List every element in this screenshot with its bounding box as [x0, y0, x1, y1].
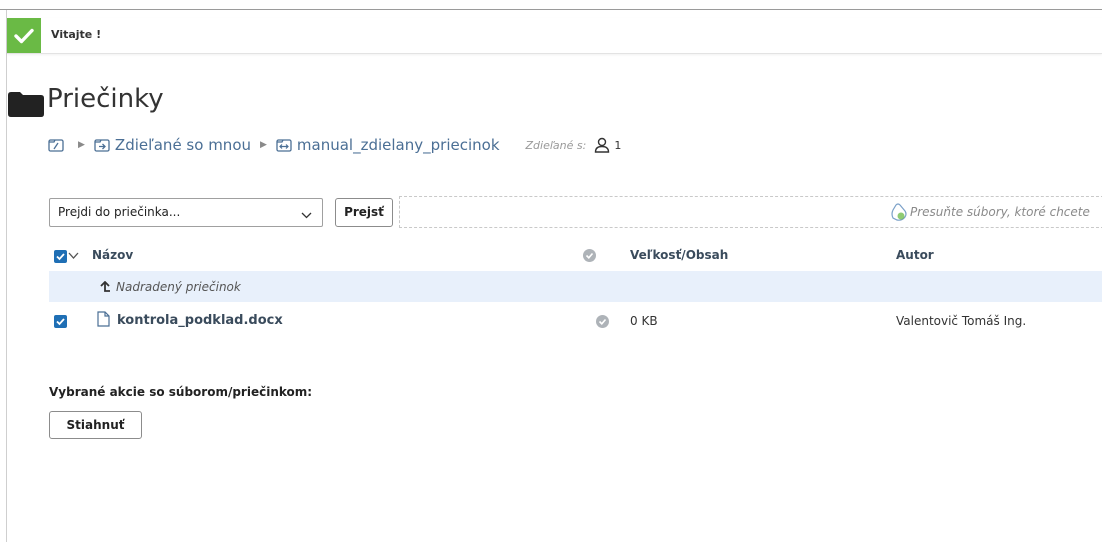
breadcrumb-item-current[interactable]: manual_zdielany_priecinok — [297, 136, 500, 154]
breadcrumb-separator-icon: ▶ — [78, 140, 85, 150]
column-author-header[interactable]: Autor — [896, 248, 934, 262]
file-name-link[interactable]: kontrola_podklad.docx — [117, 313, 283, 328]
breadcrumb-separator-icon: ▶ — [260, 140, 267, 150]
status-check-icon — [596, 315, 609, 331]
parent-folder-row[interactable]: Nadradený priečinok — [49, 271, 1102, 302]
user-icon[interactable] — [594, 137, 610, 153]
left-border — [6, 10, 7, 542]
up-arrow-icon — [99, 279, 111, 298]
breadcrumb: ▶ Zdieľané so mnou ▶ manual_zdielany_pri… — [48, 135, 621, 155]
file-dropzone[interactable]: Presuňte súbory, ktoré chcete — [399, 196, 1102, 228]
shared-with-label: Zdieľané s: — [525, 138, 587, 152]
chevron-down-icon[interactable] — [68, 250, 79, 264]
column-size-header[interactable]: Veľkosť/Obsah — [630, 248, 728, 262]
parent-folder-label[interactable]: Nadradený priečinok — [116, 280, 241, 294]
notification-bar: Vitajte ! — [7, 18, 1102, 54]
folder-select-value: Prejdi do priečinka... — [58, 205, 181, 219]
table-row[interactable]: kontrola_podklad.docx 0 KB Valentovič To… — [49, 305, 1102, 337]
shared-count[interactable]: 1 — [614, 139, 621, 152]
breadcrumb-item-shared[interactable]: Zdieľané so mnou — [115, 136, 251, 154]
go-button[interactable]: Prejsť — [335, 198, 393, 227]
folder-select[interactable]: Prejdi do priečinka... — [49, 198, 323, 227]
row-checkbox[interactable] — [54, 315, 67, 331]
column-name-header[interactable]: Názov — [92, 248, 133, 262]
dropzone-text: Presuňte súbory, ktoré chcete — [910, 205, 1090, 219]
notification-message: Vitajte ! — [51, 28, 102, 41]
top-border — [0, 9, 1102, 10]
shared-link-folder-icon — [276, 138, 292, 152]
status-check-icon — [583, 249, 596, 265]
file-author: Valentovič Tomáš Ing. — [896, 314, 1027, 328]
file-icon — [97, 311, 110, 330]
select-all-checkbox[interactable] — [54, 250, 67, 266]
selected-actions-label: Vybrané akcie so súborom/priečinkom: — [49, 385, 313, 399]
success-check-icon — [7, 18, 41, 53]
chevron-down-icon — [301, 208, 312, 222]
table-header: Názov Veľkosť/Obsah Autor — [49, 242, 1102, 270]
download-button[interactable]: Stiahnuť — [49, 411, 142, 439]
shared-folder-icon — [94, 138, 110, 152]
folder-root-icon[interactable] — [48, 138, 64, 152]
page-title: Priečinky — [47, 84, 164, 114]
file-size: 0 KB — [630, 314, 658, 328]
drag-drop-icon — [890, 202, 908, 226]
folder-icon — [8, 92, 44, 121]
